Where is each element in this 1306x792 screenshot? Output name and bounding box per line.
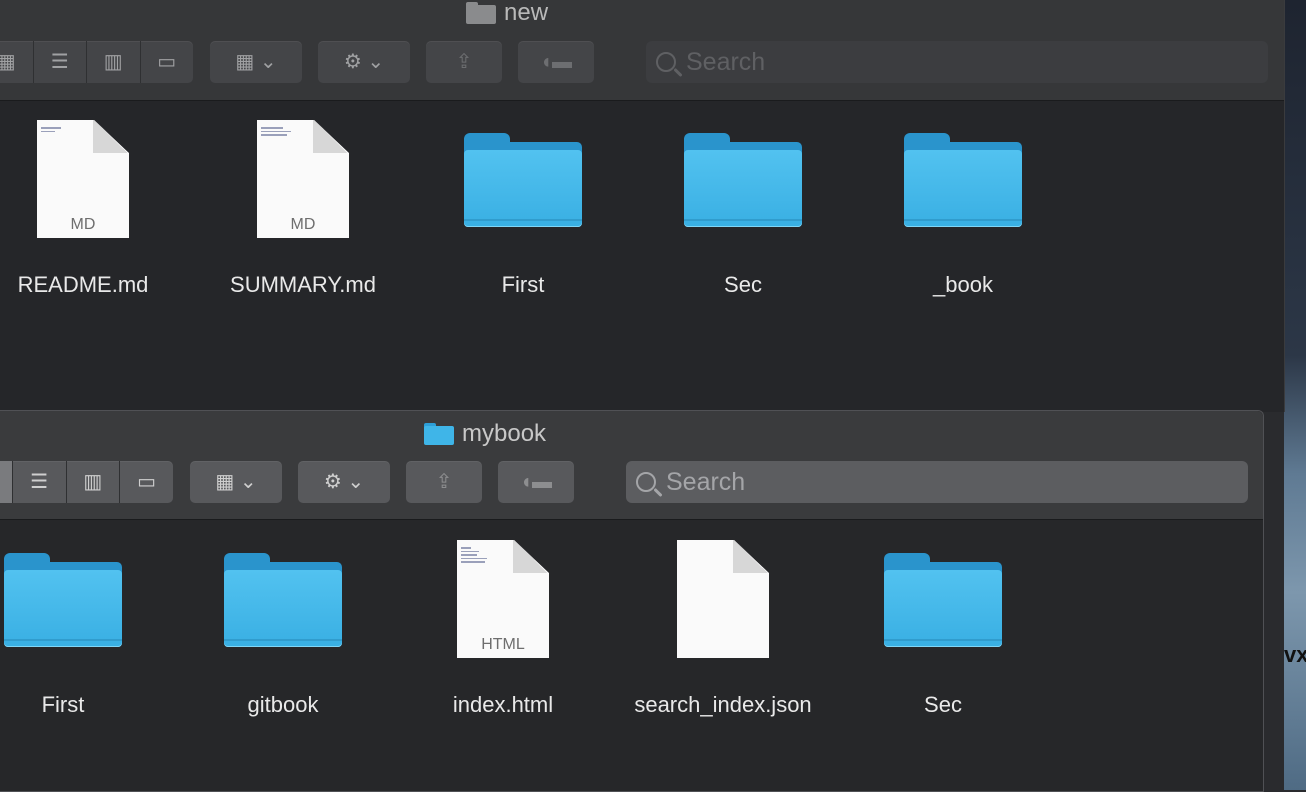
group-by-button[interactable]: ▦ ⌄ bbox=[190, 461, 282, 503]
icon-grid-icon: ▦ bbox=[0, 52, 16, 72]
search-icon bbox=[636, 472, 656, 492]
view-mode-segment[interactable]: ▦ ☰ ▥ ▭ bbox=[0, 461, 173, 503]
tags-button[interactable]: ◖▬ bbox=[518, 41, 594, 83]
tag-icon: ◖▬ bbox=[519, 471, 553, 493]
folder-name: First bbox=[501, 272, 545, 297]
search-placeholder: Search bbox=[666, 467, 746, 496]
list-icon: ☰ bbox=[30, 471, 49, 493]
search-field[interactable]: Search bbox=[626, 461, 1248, 503]
file-item[interactable]: search_index.json bbox=[623, 540, 823, 718]
window-title: new bbox=[466, 0, 548, 27]
share-button[interactable]: ⇪ bbox=[406, 461, 482, 503]
document-icon: MD bbox=[37, 120, 129, 238]
view-mode-segment[interactable]: ▦ ☰ ▥ ▭ bbox=[0, 41, 193, 83]
folder-icon bbox=[4, 553, 122, 647]
finder-window-new[interactable]: new ▦ ☰ ▥ ▭ ▦ ⌄ ⚙ ⌄ ⇪ ◖▬ Search MD READM… bbox=[0, 0, 1285, 412]
folder-icon bbox=[684, 133, 802, 227]
folder-name: gitbook bbox=[247, 692, 319, 717]
list-view-button[interactable]: ☰ bbox=[11, 461, 66, 503]
desktop-background: vx bbox=[1284, 0, 1306, 790]
folder-icon bbox=[224, 553, 342, 647]
file-name: README.md bbox=[17, 272, 149, 297]
file-item[interactable]: MD README.md bbox=[0, 120, 183, 298]
gallery-icon: ▭ bbox=[137, 471, 157, 493]
search-field[interactable]: Search bbox=[646, 41, 1268, 83]
folder-name: Sec bbox=[924, 692, 962, 717]
gallery-icon: ▭ bbox=[157, 51, 177, 73]
list-icon: ☰ bbox=[50, 51, 69, 73]
file-item[interactable]: HTML index.html bbox=[403, 540, 603, 718]
toolbar: mybook ▦ ☰ ▥ ▭ ▦ ⌄ ⚙ ⌄ ⇪ ◖▬ Search bbox=[0, 411, 1263, 520]
gallery-view-button[interactable]: ▭ bbox=[139, 41, 194, 83]
file-name: search_index.json bbox=[634, 692, 812, 717]
list-view-button[interactable]: ☰ bbox=[32, 41, 87, 83]
folder-icon bbox=[884, 553, 1002, 647]
share-icon: ⇪ bbox=[435, 471, 453, 493]
folder-item[interactable]: Sec bbox=[843, 540, 1043, 718]
columns-icon: ▥ bbox=[83, 471, 103, 493]
folder-item[interactable]: gitbook bbox=[183, 540, 383, 718]
tag-icon: ◖▬ bbox=[539, 51, 573, 73]
tags-button[interactable]: ◖▬ bbox=[498, 461, 574, 503]
group-by-button[interactable]: ▦ ⌄ bbox=[210, 41, 302, 83]
action-button[interactable]: ⚙ ⌄ bbox=[318, 41, 410, 83]
action-button[interactable]: ⚙ ⌄ bbox=[298, 461, 390, 503]
search-icon bbox=[656, 52, 676, 72]
file-name: SUMMARY.md bbox=[230, 272, 376, 297]
gallery-view-button[interactable]: ▭ bbox=[119, 461, 173, 503]
gear-icon: ⚙ ⌄ bbox=[323, 471, 365, 493]
desktop-text: vx bbox=[1284, 642, 1306, 667]
file-name: index.html bbox=[452, 692, 554, 717]
icon-view-button[interactable]: ▦ bbox=[0, 461, 12, 503]
document-icon: HTML bbox=[457, 540, 549, 658]
window-title-label: mybook bbox=[462, 420, 547, 447]
icon-view-button[interactable]: ▦ bbox=[0, 41, 33, 83]
folder-icon bbox=[904, 133, 1022, 227]
folder-item[interactable]: _book bbox=[863, 120, 1063, 298]
group-grid-icon: ▦ ⌄ bbox=[235, 51, 277, 73]
folder-item[interactable]: First bbox=[423, 120, 623, 298]
document-icon: MD bbox=[257, 120, 349, 238]
toolbar: new ▦ ☰ ▥ ▭ ▦ ⌄ ⚙ ⌄ ⇪ ◖▬ Search bbox=[0, 0, 1284, 101]
folder-name: _book bbox=[933, 272, 993, 297]
columns-icon: ▥ bbox=[103, 51, 123, 73]
folder-name: Sec bbox=[724, 272, 762, 297]
search-placeholder: Search bbox=[686, 47, 766, 76]
folder-icon bbox=[464, 133, 582, 227]
column-view-button[interactable]: ▥ bbox=[65, 461, 120, 503]
window-title: mybook bbox=[424, 420, 546, 448]
window-title-label: new bbox=[504, 0, 549, 26]
folder-icon bbox=[424, 423, 454, 445]
share-icon: ⇪ bbox=[455, 51, 473, 73]
finder-window-mybook[interactable]: mybook ▦ ☰ ▥ ▭ ▦ ⌄ ⚙ ⌄ ⇪ ◖▬ Search First… bbox=[0, 410, 1264, 792]
gear-icon: ⚙ ⌄ bbox=[343, 51, 385, 73]
file-item[interactable]: MD SUMMARY.md bbox=[203, 120, 403, 298]
folder-icon bbox=[466, 2, 496, 24]
share-button[interactable]: ⇪ bbox=[426, 41, 502, 83]
folder-name: First bbox=[41, 692, 85, 717]
column-view-button[interactable]: ▥ bbox=[86, 41, 140, 83]
folder-item[interactable]: First bbox=[0, 540, 163, 718]
folder-item[interactable]: Sec bbox=[643, 120, 843, 298]
group-grid-icon: ▦ ⌄ bbox=[215, 471, 257, 493]
document-icon bbox=[677, 540, 769, 658]
